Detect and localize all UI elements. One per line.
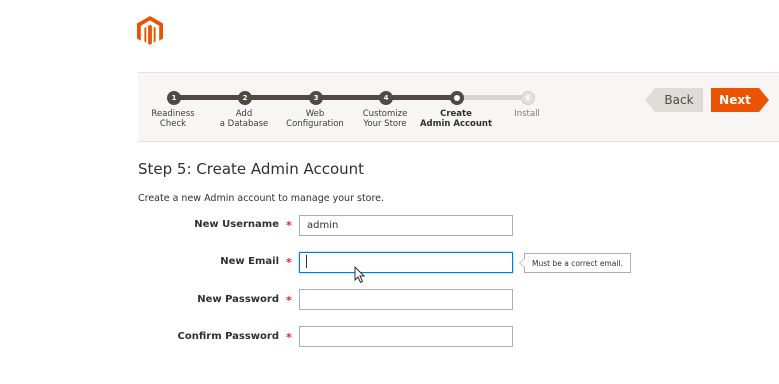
step-4-label: Customize Your Store [362,109,408,129]
step-5-marker-active [450,91,464,105]
confirm-password-input[interactable] [299,326,513,347]
required-marker: * [286,294,292,307]
step-4-marker: 4 [379,91,393,105]
email-label: New Email [220,256,279,267]
step-5-label: Create Admin Account [419,109,493,129]
step-1-label: Readiness Check [151,109,195,129]
step-2-label: Add a Database [219,109,269,129]
required-marker: * [286,331,292,344]
step-3-marker: 3 [309,91,323,105]
password-input[interactable] [299,289,513,310]
username-label: New Username [194,219,279,230]
intro-text: Create a new Admin account to manage you… [138,193,385,204]
email-validation-tooltip: Must be a correct email. [519,253,631,273]
required-marker: * [286,219,292,232]
username-input[interactable] [299,215,513,236]
password-label: New Password [197,294,279,305]
mouse-pointer-icon [354,266,366,284]
step-1-marker: 1 [167,91,181,105]
step-6-marker: 6 [521,91,535,105]
text-caret [306,255,307,268]
email-input[interactable] [299,252,513,273]
required-marker: * [286,256,292,269]
confirm-password-label: Confirm Password [177,331,279,342]
magento-logo-icon [137,16,163,45]
back-button[interactable]: Back [645,88,703,112]
page-title: Step 5: Create Admin Account [138,160,365,178]
next-button[interactable]: Next [711,88,769,112]
step-6-label: Install [514,109,540,119]
step-3-label: Web Configuration [286,109,344,129]
step-2-marker: 2 [238,91,252,105]
